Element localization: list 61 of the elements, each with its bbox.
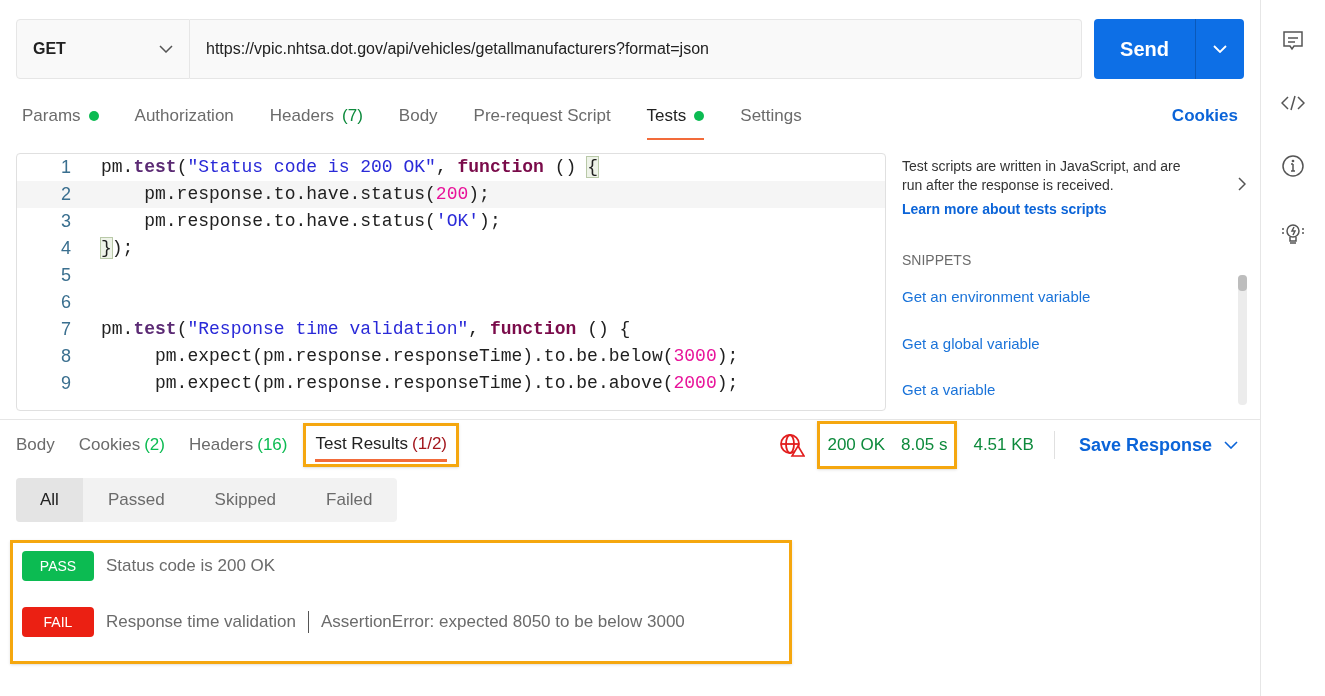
line-number: 3 xyxy=(60,210,72,233)
status-code: 200 OK xyxy=(827,434,886,457)
filter-tab[interactable]: Passed xyxy=(82,478,190,522)
scrollbar[interactable] xyxy=(1237,275,1247,405)
code-editor[interactable] xyxy=(16,153,886,411)
cookies-link[interactable]: Cookies xyxy=(1171,103,1238,129)
request-tab[interactable]: Settings xyxy=(740,92,802,140)
filter-tab[interactable]: Failed xyxy=(301,478,398,522)
chevron-down-icon xyxy=(1213,45,1227,53)
line-number: 7 xyxy=(60,318,72,341)
code-line: }); xyxy=(100,237,134,260)
chevron-down-icon xyxy=(159,45,173,53)
line-number: 1 xyxy=(60,156,72,179)
save-response-button[interactable]: Save Response xyxy=(1078,431,1244,459)
request-tab[interactable]: Authorization xyxy=(134,92,234,140)
response-time: 8.05 s xyxy=(901,434,948,457)
request-tab[interactable]: Pre-request Script xyxy=(473,92,611,140)
request-tab[interactable]: Tests xyxy=(646,92,705,140)
test-message: Status code is 200 OK xyxy=(106,555,276,578)
code-line: pm.response.to.have.status('OK'); xyxy=(143,210,501,233)
request-tab[interactable]: Body xyxy=(398,92,438,140)
code-line: pm.expect(pm.response.responseTime).to.be.below(3000); xyxy=(154,345,739,368)
response-size: 4.51 KB xyxy=(973,434,1034,457)
chevron-right-icon[interactable] xyxy=(1238,177,1246,191)
chevron-down-icon xyxy=(1224,441,1238,449)
code-line: pm.test("Response time validation", function () { xyxy=(100,318,631,341)
line-number: 2 xyxy=(60,183,72,206)
test-message: AssertionError: expected 8050 to be below 3000 xyxy=(320,611,685,634)
info-icon[interactable] xyxy=(1281,154,1305,178)
line-number: 8 xyxy=(60,345,72,368)
url-field[interactable]: https://vpic.nhtsa.dot.gov/api/vehicles/getallmanufacturers?format=json xyxy=(190,19,1082,79)
result-badge: FAIL xyxy=(22,607,94,637)
help-text: Test scripts are written in JavaScript, and are run after the response is received. xyxy=(902,157,1182,195)
learn-more-link[interactable]: Learn more about tests scripts xyxy=(902,199,1232,220)
filter-tab[interactable]: Skipped xyxy=(189,478,302,522)
line-number: 5 xyxy=(60,264,72,287)
response-tab[interactable]: Headers (16) xyxy=(188,427,288,463)
globe-warning-icon xyxy=(779,433,806,457)
snippet-link[interactable]: Get a global variable xyxy=(902,332,1232,355)
snippet-link[interactable]: Get an environment variable xyxy=(902,286,1232,309)
response-tab[interactable]: Body xyxy=(16,427,55,463)
code-line: pm.response.to.have.status(200); xyxy=(143,183,490,206)
line-number: 4 xyxy=(60,237,72,260)
code-line: pm.test("Status code is 200 OK", function () { xyxy=(100,156,598,179)
send-button[interactable]: Send xyxy=(1094,19,1196,79)
snippet-link[interactable]: Get a variable xyxy=(902,379,1232,402)
code-line: pm.expect(pm.response.responseTime).to.be.above(2000); xyxy=(154,372,739,395)
lightbulb-icon[interactable] xyxy=(1280,221,1306,247)
method-dropdown[interactable]: GET xyxy=(16,19,190,79)
request-tab[interactable]: Headers (7) xyxy=(269,92,363,140)
response-tab[interactable]: Cookies (2) xyxy=(78,427,165,463)
snippets-heading: SNIPPETS xyxy=(902,251,973,270)
test-name: Response time validation xyxy=(106,611,296,634)
line-number: 9 xyxy=(60,372,72,395)
filter-tab[interactable]: All xyxy=(16,478,83,522)
request-tab[interactable]: Params xyxy=(22,92,99,140)
code-icon[interactable] xyxy=(1281,95,1305,111)
comment-icon[interactable] xyxy=(1282,30,1304,52)
result-badge: PASS xyxy=(22,551,94,581)
response-tab[interactable]: Test Results (1/2) xyxy=(315,426,447,462)
line-number: 6 xyxy=(60,291,72,314)
